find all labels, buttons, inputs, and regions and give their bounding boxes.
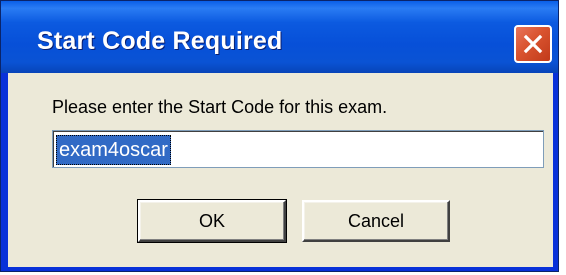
start-code-field[interactable]: exam4oscar	[52, 130, 544, 168]
close-button[interactable]	[514, 25, 552, 63]
dialog-body: Please enter the Start Code for this exa…	[8, 73, 553, 267]
dialog-title: Start Code Required	[37, 27, 283, 55]
ok-button[interactable]: OK	[137, 199, 287, 243]
start-code-input[interactable]: exam4oscar	[56, 135, 171, 165]
close-icon	[522, 33, 544, 55]
prompt-label: Please enter the Start Code for this exa…	[52, 97, 388, 117]
start-code-dialog: Start Code Required Please enter the Sta…	[0, 0, 559, 272]
cancel-button[interactable]: Cancel	[302, 200, 450, 242]
title-bar[interactable]: Start Code Required	[1, 1, 558, 73]
